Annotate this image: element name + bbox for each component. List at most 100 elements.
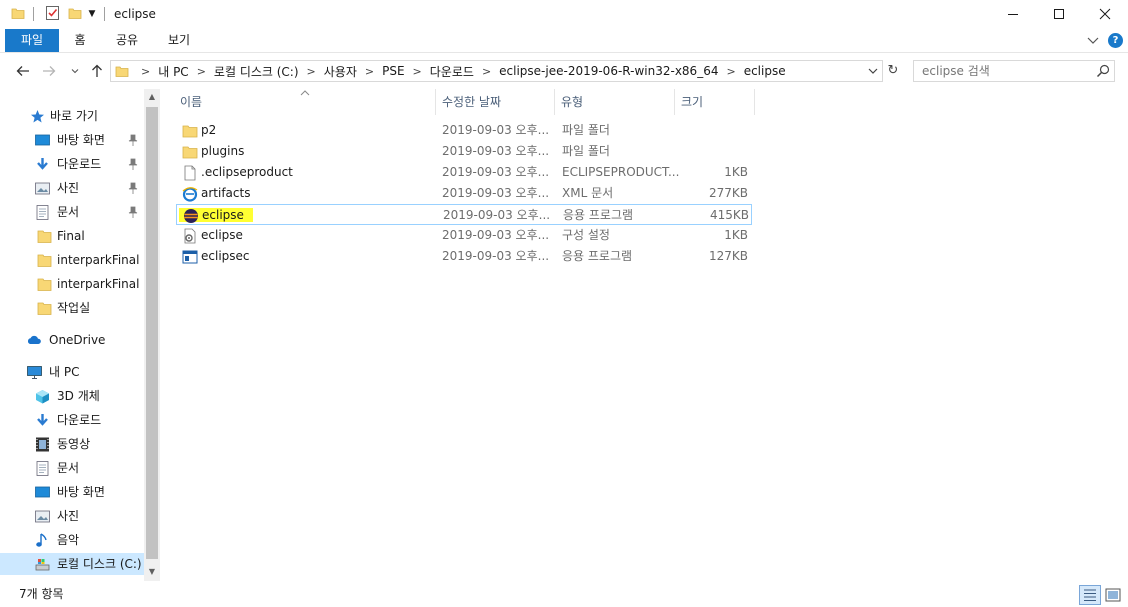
sidebar-item-this-pc[interactable]: 내 PC: [0, 361, 144, 383]
sidebar-item-pc-documents[interactable]: 문서: [0, 457, 144, 479]
sidebar-item-quick-access[interactable]: 바로 가기: [0, 105, 144, 127]
table-row[interactable]: eclipse 2019-09-03 오후... 응용 프로그램 415KB: [176, 204, 752, 225]
column-header-date[interactable]: 수정한 날짜: [436, 89, 555, 115]
sidebar-item-label: interparkFinal: [57, 253, 140, 267]
chevron-down-icon[interactable]: [865, 62, 881, 80]
breadcrumb-eclipse-package[interactable]: eclipse-jee-2019-06-R-win32-x86_64: [499, 64, 718, 78]
tab-home[interactable]: 홈: [62, 29, 98, 52]
sidebar-item-interparkfinal-2[interactable]: interparkFinal: [0, 273, 144, 295]
details-view-button[interactable]: [1079, 585, 1101, 605]
forward-button[interactable]: [40, 62, 58, 80]
sidebar-item-pc-pictures[interactable]: 사진: [0, 505, 144, 527]
sidebar-item-pc-downloads[interactable]: 다운로드: [0, 409, 144, 431]
breadcrumb-users[interactable]: 사용자: [324, 63, 357, 80]
tab-view[interactable]: 보기: [158, 29, 200, 52]
file-type: 파일 폴더: [562, 123, 610, 137]
table-row[interactable]: .eclipseproduct 2019-09-03 오후... ECLIPSE…: [176, 162, 752, 183]
chevron-right-icon[interactable]: >: [197, 65, 206, 78]
breadcrumb-eclipse[interactable]: eclipse: [744, 64, 786, 78]
config-settings-icon: [184, 228, 196, 244]
sidebar-item-local-disk[interactable]: 로컬 디스크 (C:): [0, 553, 144, 575]
sidebar-item-music[interactable]: 음악: [0, 529, 144, 551]
chevron-right-icon[interactable]: >: [307, 65, 316, 78]
table-row[interactable]: artifacts 2019-09-03 오후... XML 문서 277KB: [176, 183, 752, 204]
sidebar-item-label: interparkFinal: [57, 277, 140, 291]
sidebar-item-pictures[interactable]: 사진: [0, 177, 144, 199]
back-button[interactable]: [14, 62, 32, 80]
breadcrumb-downloads[interactable]: 다운로드: [430, 63, 474, 80]
pin-icon[interactable]: [128, 182, 138, 194]
breadcrumb-user-pse[interactable]: PSE: [382, 64, 404, 78]
file-name: .eclipseproduct: [201, 165, 293, 179]
3d-objects-icon: [36, 390, 49, 404]
maximize-icon: [1054, 9, 1064, 19]
breadcrumb-this-pc[interactable]: 내 PC: [158, 63, 188, 80]
file-name: eclipsec: [201, 249, 250, 263]
title-divider: [104, 7, 105, 21]
breadcrumb-local-disk[interactable]: 로컬 디스크 (C:): [214, 63, 299, 80]
search-box: [913, 60, 1115, 82]
scroll-up-icon[interactable]: ▲: [147, 92, 157, 102]
address-bar[interactable]: > 내 PC > 로컬 디스크 (C:) > 사용자 > PSE > 다운로드 …: [110, 60, 883, 82]
refresh-icon[interactable]: ↻: [884, 60, 902, 82]
sidebar-item-label: 다운로드: [57, 413, 102, 427]
folder-icon: [182, 146, 198, 159]
sidebar-item-videos[interactable]: 동영상: [0, 433, 144, 455]
chevron-right-icon[interactable]: >: [726, 65, 735, 78]
chevron-right-icon[interactable]: >: [482, 65, 491, 78]
help-icon[interactable]: ?: [1108, 33, 1123, 48]
sidebar-item-final[interactable]: Final: [0, 225, 144, 247]
sidebar-item-onedrive[interactable]: OneDrive: [0, 329, 144, 351]
column-header-size[interactable]: 크기: [675, 89, 755, 115]
chevron-right-icon[interactable]: >: [365, 65, 374, 78]
table-row[interactable]: p2 2019-09-03 오후... 파일 폴더: [176, 120, 752, 141]
folder-icon[interactable]: [11, 6, 25, 20]
properties-icon[interactable]: [45, 5, 60, 21]
pin-icon[interactable]: [128, 206, 138, 218]
large-icons-view-button[interactable]: [1103, 585, 1123, 605]
search-icon[interactable]: [1096, 64, 1110, 78]
recent-locations-button[interactable]: [66, 62, 84, 80]
customize-toolbar-icon[interactable]: ▼: [87, 6, 97, 20]
up-button[interactable]: [88, 62, 106, 80]
pin-icon[interactable]: [128, 158, 138, 170]
sidebar-item-label: Final: [57, 229, 85, 243]
sidebar-item-3d-objects[interactable]: 3D 개체: [0, 385, 144, 407]
table-row[interactable]: eclipse 2019-09-03 오후... 구성 설정 1KB: [176, 225, 752, 246]
sidebar-item-desktop[interactable]: 바탕 화면: [0, 129, 144, 151]
chevron-right-icon[interactable]: >: [413, 65, 422, 78]
table-row[interactable]: plugins 2019-09-03 오후... 파일 폴더: [176, 141, 752, 162]
sidebar-item-workroom[interactable]: 작업실: [0, 297, 144, 319]
chevron-down-icon[interactable]: [1086, 34, 1100, 46]
documents-icon: [36, 205, 49, 220]
sidebar-scrollbar[interactable]: ▲ ▼: [144, 89, 160, 581]
xml-document-icon: [182, 187, 198, 202]
column-header-type[interactable]: 유형: [555, 89, 675, 115]
sidebar-item-label: 바탕 화면: [57, 485, 105, 499]
new-folder-icon[interactable]: [68, 6, 82, 20]
search-input[interactable]: [914, 61, 1094, 81]
scrollbar-thumb[interactable]: [146, 107, 158, 559]
sidebar-item-documents[interactable]: 문서: [0, 201, 144, 223]
file-date: 2019-09-03 오후...: [442, 228, 550, 242]
column-header-name[interactable]: 이름: [174, 89, 436, 115]
sidebar-item-pc-desktop[interactable]: 바탕 화면: [0, 481, 144, 503]
sidebar-item-interparkfinal[interactable]: interparkFinal: [0, 249, 144, 271]
folder-icon: [37, 302, 52, 315]
tab-share[interactable]: 공유: [106, 29, 148, 52]
file-name: eclipse: [202, 208, 244, 222]
pin-icon[interactable]: [128, 134, 138, 146]
tab-file[interactable]: 파일: [5, 29, 59, 52]
documents-icon: [36, 461, 49, 476]
download-icon: [37, 158, 48, 170]
maximize-button[interactable]: [1036, 0, 1082, 28]
close-button[interactable]: [1082, 0, 1128, 28]
table-row[interactable]: eclipsec 2019-09-03 오후... 응용 프로그램 127KB: [176, 246, 752, 267]
sidebar-item-downloads[interactable]: 다운로드: [0, 153, 144, 175]
chevron-right-icon[interactable]: >: [141, 65, 150, 78]
scroll-down-icon[interactable]: ▼: [147, 567, 157, 577]
minimize-button[interactable]: [990, 0, 1036, 28]
file-size: 415KB: [709, 208, 749, 222]
details-view-icon: [1084, 589, 1096, 601]
item-count: 7개 항목: [19, 587, 64, 601]
